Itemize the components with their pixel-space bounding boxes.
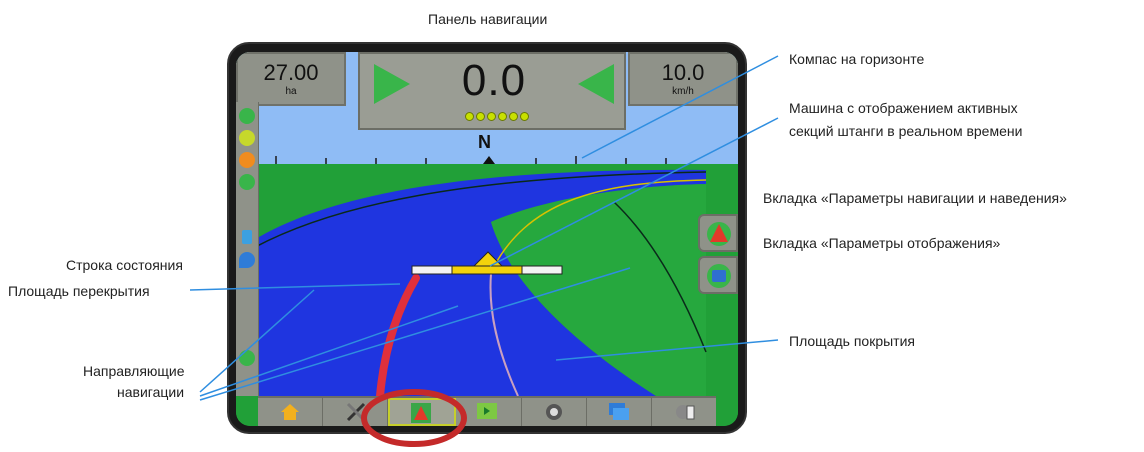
area-box: 27.00 ha	[236, 52, 346, 106]
rate-status-icon[interactable]	[239, 174, 255, 190]
steering-status-icon[interactable]	[239, 130, 255, 146]
status-bar	[236, 102, 259, 396]
area-unit: ha	[285, 86, 297, 97]
coverage-area-label: Площадь покрытия	[789, 333, 915, 349]
nav-panel-label: Панель навигации	[428, 11, 548, 27]
display-icon	[707, 264, 731, 288]
steer-right-icon	[374, 64, 410, 104]
tilt-status-icon[interactable]	[242, 230, 252, 244]
nav-guidance-tab-label: Вкладка «Параметры навигации и наведения…	[763, 190, 1067, 206]
nav-panel: 0.0	[358, 52, 626, 130]
home-icon	[281, 404, 299, 420]
field-view-button[interactable]	[456, 398, 522, 426]
tools-icon	[347, 402, 366, 422]
lightbar	[465, 112, 529, 121]
camera-icon	[545, 404, 562, 420]
nav-arrow-icon	[707, 222, 731, 246]
vehicle-view-button[interactable]	[388, 398, 457, 426]
tab-nav-guidance[interactable]	[698, 214, 738, 252]
active-boom-sections	[451, 265, 523, 275]
layers-icon	[608, 403, 629, 420]
machine-label-line2: секций штанги в реальном времени	[789, 123, 1023, 139]
info-icon	[675, 405, 695, 420]
display-tab-label: Вкладка «Параметры отображения»	[763, 235, 1001, 251]
tools-button[interactable]	[323, 398, 389, 426]
gnss-status-icon[interactable]	[239, 108, 255, 124]
field-view-icon	[477, 403, 498, 419]
layers-button[interactable]	[587, 398, 652, 426]
steer-left-icon	[578, 64, 614, 104]
home-button[interactable]	[258, 398, 324, 426]
navigation-screen: N 27.00 ha 10.0 km/h 0.0	[236, 52, 738, 426]
guidance-value: 0.0	[461, 56, 527, 105]
boom-status-icon[interactable]	[239, 152, 255, 168]
area-value: 27.00	[263, 60, 319, 85]
speed-unit: km/h	[672, 86, 694, 97]
machine-label-line1: Машина с отображением активных	[789, 100, 1018, 116]
info-button[interactable]	[652, 398, 716, 426]
horizon-compass-label: Компас на горизонте	[789, 51, 925, 67]
speed-box: 10.0 km/h	[628, 52, 738, 106]
status-bar-label: Строка состояния	[66, 257, 183, 273]
camera-button[interactable]	[522, 398, 587, 426]
vehicle-view-icon	[411, 403, 432, 423]
link-icon[interactable]	[239, 350, 255, 366]
water-drop-icon[interactable]	[239, 252, 255, 268]
overlap-area-label: Площадь перекрытия	[8, 283, 150, 299]
speed-value: 10.0	[661, 60, 705, 85]
compass-letter: N	[478, 132, 491, 152]
guidelines-label-line2: навигации	[117, 384, 185, 400]
tab-display[interactable]	[698, 256, 738, 294]
bottom-toolbar	[258, 396, 716, 426]
guidelines-label-line1: Направляющие	[83, 363, 185, 379]
